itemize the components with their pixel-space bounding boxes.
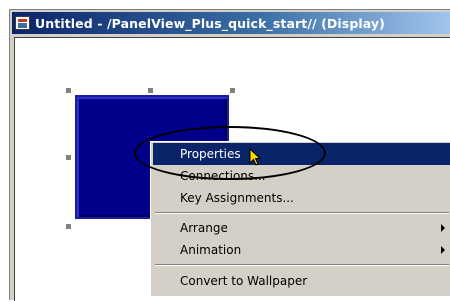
context-menu: Properties Connections... Key Assignment…: [150, 141, 450, 296]
menu-item-key-assignments[interactable]: Key Assignments...: [153, 187, 450, 209]
menu-item-label: Key Assignments...: [180, 191, 294, 205]
submenu-arrow-icon: [441, 224, 445, 232]
menu-item-connections[interactable]: Connections...: [153, 165, 450, 187]
menu-separator: [155, 212, 449, 214]
menu-separator: [155, 264, 449, 266]
menu-item-arrange[interactable]: Arrange: [153, 217, 450, 239]
mouse-pointer-icon: [249, 148, 262, 166]
menu-item-label: Arrange: [180, 221, 228, 235]
menu-item-properties[interactable]: Properties: [153, 143, 450, 165]
menu-item-animation[interactable]: Animation: [153, 239, 450, 261]
menu-item-label: Convert to Wallpaper: [180, 274, 308, 288]
menu-item-convert-to-wallpaper[interactable]: Convert to Wallpaper: [153, 270, 450, 292]
submenu-arrow-icon: [441, 246, 445, 254]
window-title: Untitled - /PanelView_Plus_quick_start//…: [35, 15, 385, 31]
menu-item-label: Connections...: [180, 169, 266, 183]
menu-item-label: Properties: [180, 147, 241, 161]
display-window-icon: [15, 16, 30, 30]
selection-handle-middle-left[interactable]: [66, 155, 71, 160]
selection-handle-top-left[interactable]: [66, 88, 71, 93]
title-bar[interactable]: Untitled - /PanelView_Plus_quick_start//…: [12, 12, 450, 34]
selection-handle-top-right[interactable]: [230, 88, 235, 93]
selection-handle-top-middle[interactable]: [148, 88, 153, 93]
menu-item-label: Animation: [180, 243, 242, 257]
selection-handle-bottom-left[interactable]: [66, 224, 71, 229]
